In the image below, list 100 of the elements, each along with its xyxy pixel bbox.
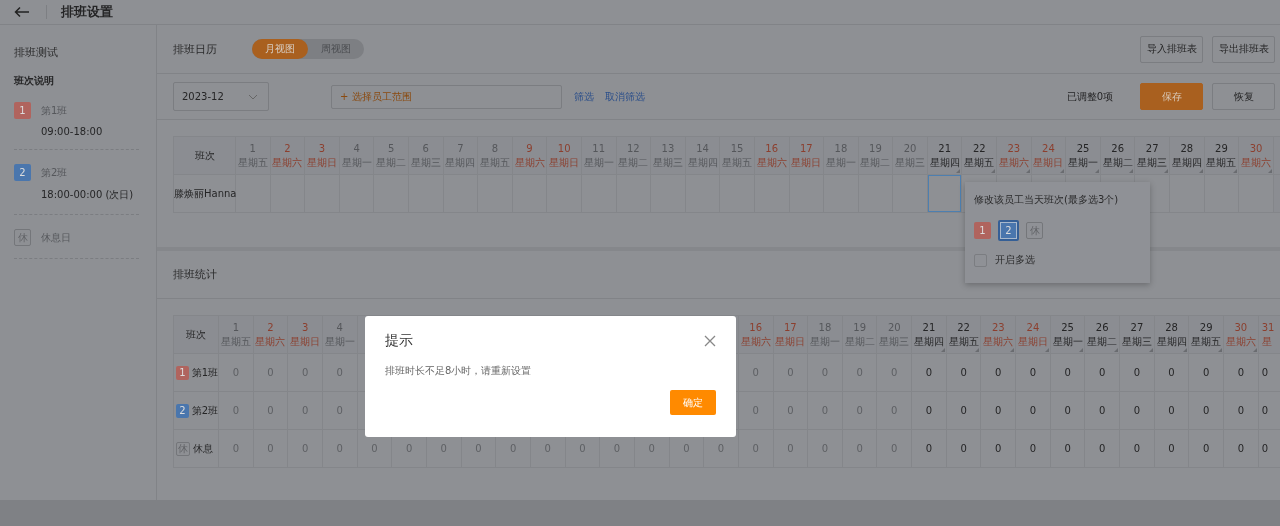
day-number: 31 <box>1261 320 1276 335</box>
column-header: 班次 <box>186 328 206 340</box>
day-number: 25 <box>1075 141 1091 156</box>
day-number: 23 <box>1006 141 1022 156</box>
count-value: 0 <box>1203 405 1210 416</box>
weekday-label: 星期六 <box>271 155 304 170</box>
weekday-label: 星期日 <box>1032 155 1065 170</box>
sidebar-title: 排班测试 <box>14 45 59 60</box>
shift-name: 第2班 <box>191 403 218 418</box>
weekday-label: 星期四 <box>928 155 961 170</box>
weekday-label: 星期六 <box>1240 155 1272 170</box>
count-value: 0 <box>1029 405 1037 416</box>
day-number: 29 <box>1214 141 1229 156</box>
weekday-label: 星期日 <box>289 334 322 349</box>
weekday-label: 星期四 <box>1155 334 1188 349</box>
weekday-label: 星期六 <box>513 155 546 170</box>
day-number: 17 <box>798 141 814 156</box>
weekday-label: 星期六 <box>739 334 772 349</box>
count-value: 0 <box>1168 405 1175 416</box>
count-value: 0 <box>1203 367 1210 378</box>
count-value: 0 <box>1064 367 1071 378</box>
count-value: 0 <box>1099 367 1106 378</box>
weekday-label: 星期六 <box>254 334 287 349</box>
save-button[interactable]: 保存 <box>1140 83 1203 110</box>
day-number: 23 <box>990 320 1006 335</box>
shift-option[interactable]: 2 <box>998 220 1019 241</box>
schedule-cell[interactable] <box>927 174 962 213</box>
filter-link[interactable]: 筛选 <box>574 89 594 104</box>
count-value: 0 <box>1237 367 1245 378</box>
popover-title: 修改该员工当天班次(最多选3个) <box>974 193 1120 207</box>
shift-name: 休息 <box>193 441 213 456</box>
day-number: 28 <box>1164 320 1179 335</box>
day-number: 27 <box>1129 320 1145 335</box>
weekday-label: 星 <box>1261 334 1273 349</box>
weekday-label: 星期五 <box>947 334 980 349</box>
column-header: 班次 <box>194 149 215 161</box>
filter-link[interactable]: 取消筛选 <box>605 89 645 104</box>
weekday-label: 星期五 <box>1205 155 1238 170</box>
schedule-cell[interactable] <box>1169 174 1205 213</box>
count-value: 0 <box>960 367 967 378</box>
shift-badge: 1 <box>14 102 31 119</box>
count-value: 0 <box>960 405 967 416</box>
day-number: 30 <box>1233 320 1249 335</box>
weekday-label: 星期日 <box>1016 334 1049 349</box>
checkbox-label: 开启多选 <box>995 253 1035 267</box>
section-label: 班次说明 <box>14 74 55 88</box>
count-value: 0 <box>1237 443 1245 454</box>
count-value: 0 <box>1203 443 1210 454</box>
weekday-label: 星期四 <box>912 334 945 349</box>
count-value: 0 <box>925 367 933 378</box>
count-value: 0 <box>1261 367 1269 378</box>
restore-button[interactable]: 恢复 <box>1212 83 1275 110</box>
weekday-label: 星期日 <box>774 334 807 349</box>
view-tab[interactable]: 月视图 <box>252 39 308 59</box>
count-value: 0 <box>925 405 933 416</box>
shift-option[interactable]: 1 <box>974 222 991 239</box>
count-value: 0 <box>1261 443 1269 454</box>
count-value: 0 <box>995 367 1002 378</box>
chevron-down-icon[interactable] <box>248 93 258 100</box>
confirm-button[interactable]: 确定 <box>670 390 716 415</box>
day-number: 30 <box>1248 141 1264 156</box>
employee-name: 滕焕丽Hanna <box>174 187 237 199</box>
day-number: 22 <box>956 320 971 335</box>
day-number: 16 <box>764 141 780 156</box>
schedule-cell[interactable] <box>1238 174 1274 213</box>
shift-badge: 1 <box>176 365 189 380</box>
day-number: 29 <box>1198 320 1214 335</box>
count-value: 0 <box>1064 405 1071 416</box>
action-button[interactable]: 导出排班表 <box>1212 35 1275 63</box>
schedule-cell[interactable] <box>892 174 928 213</box>
close-icon[interactable] <box>704 335 716 347</box>
section-title: 排班日历 <box>173 41 217 57</box>
section-title: 排班统计 <box>173 267 217 282</box>
day-number: 22 <box>971 141 987 156</box>
schedule-cell[interactable] <box>1204 174 1239 213</box>
count-value: 0 <box>960 443 967 454</box>
page-title: 排班设置 <box>61 3 113 21</box>
employee-field[interactable]: + 选择员工范围 <box>331 84 562 109</box>
shift-name: 第1班 <box>191 365 218 380</box>
count-value: 0 <box>1168 367 1175 378</box>
count-value: 0 <box>1064 443 1071 454</box>
dialog-message: 排班时长不足8小时，请重新设置 <box>385 364 533 378</box>
day-number: 25 <box>1060 320 1075 335</box>
day-number: 28 <box>1179 141 1195 156</box>
month-select[interactable]: 2023-12 <box>173 82 269 111</box>
weekday-label: 星期六 <box>997 155 1030 170</box>
back-icon[interactable] <box>14 6 30 18</box>
count-value: 0 <box>1133 405 1141 416</box>
adjusted-count: 已调整0项 <box>1066 89 1113 104</box>
count-value: 0 <box>995 443 1002 454</box>
dialog-title: 提示 <box>385 332 413 350</box>
count-value: 0 <box>1029 367 1037 378</box>
day-number: 16 <box>748 320 764 335</box>
weekday-label: 星期六 <box>1224 334 1257 349</box>
count-value: 0 <box>1133 443 1141 454</box>
count-value: 0 <box>1237 405 1245 416</box>
action-button[interactable]: 导入排班表 <box>1140 35 1203 63</box>
weekday-label: 星期日 <box>548 155 581 170</box>
day-number: 2 <box>266 320 275 335</box>
count-value: 0 <box>925 443 933 454</box>
